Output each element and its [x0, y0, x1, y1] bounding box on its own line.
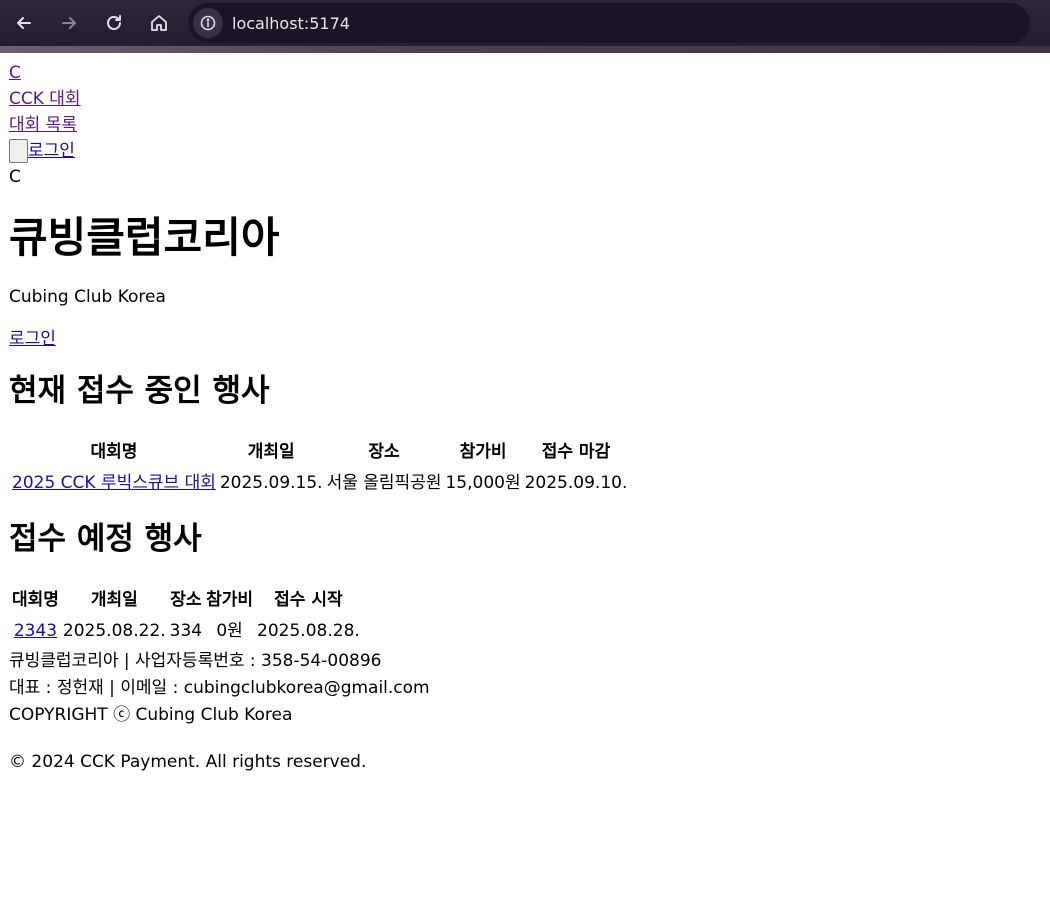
column-header-name: 대회명 — [12, 590, 59, 610]
payment-copyright: © 2024 CCK Payment. All rights reserved. — [9, 752, 367, 772]
header-login-row: 로그인 — [9, 138, 1041, 164]
open-events-heading: 현재 접수 중인 행사 — [9, 373, 270, 409]
page-subtitle: Cubing Club Korea — [9, 287, 166, 307]
table-header-row: 대회명 개최일 장소 참가비 접수 마감 — [11, 438, 628, 467]
footer-business-info: 큐빙클럽코리아 | 사업자등록번호 : 358-54-00896 — [9, 651, 382, 671]
column-header-name: 대회명 — [90, 442, 138, 462]
event-fee-cell: 0원 — [216, 621, 243, 641]
table-row: 2025 CCK 루빅스큐브 대회 2025.09.15. 서울 올림픽공원 1… — [11, 469, 628, 498]
header-login-link[interactable]: 로그인 — [28, 138, 75, 165]
site-footer: 큐빙클럽코리아 | 사업자등록번호 : 358-54-00896 대표 : 정헌… — [9, 648, 1041, 729]
logo-link[interactable]: C — [9, 60, 1041, 86]
event-link[interactable]: 2025 CCK 루빅스큐브 대회 — [12, 473, 216, 493]
column-header-date: 개최일 — [90, 590, 138, 610]
column-header-deadline: 접수 마감 — [541, 442, 611, 462]
reload-icon[interactable] — [103, 12, 125, 34]
column-header-venue: 장소 — [170, 590, 202, 610]
browser-toolbar: localhost:5174 — [0, 0, 1050, 53]
event-venue-cell: 서울 올림픽공원 — [326, 473, 442, 493]
arrow-right-icon[interactable] — [58, 12, 80, 34]
column-header-venue: 장소 — [368, 442, 400, 462]
table-header-row: 대회명 개최일 장소 참가비 접수 시작 — [11, 586, 361, 615]
menu-button[interactable] — [9, 139, 28, 163]
url-text[interactable]: localhost:5174 — [232, 14, 350, 33]
column-header-start: 접수 시작 — [274, 590, 343, 610]
info-icon[interactable] — [193, 8, 223, 38]
event-name-cell: 2343 — [11, 617, 60, 646]
arrow-left-icon[interactable] — [13, 12, 35, 34]
address-bar[interactable]: localhost:5174 — [188, 3, 1030, 43]
table-row: 2343 2025.08.22. 334 0원 2025.08.28. — [11, 617, 361, 646]
upcoming-events-table: 대회명 개최일 장소 참가비 접수 시작 2343 2025.08.22. 33… — [9, 584, 363, 648]
page-content: C CCK 대회 대회 목록 로그인 C 큐빙클럽코리아 Cubing Club… — [0, 46, 1050, 776]
event-start-cell: 2025.08.28. — [257, 621, 360, 641]
event-name-cell: 2025 CCK 루빅스큐브 대회 — [11, 469, 217, 498]
upcoming-events-heading: 접수 예정 행사 — [9, 521, 202, 557]
event-venue-cell: 334 — [169, 621, 203, 641]
event-date-cell: 2025.08.22. — [62, 621, 166, 641]
home-icon[interactable] — [148, 12, 170, 34]
column-header-fee: 참가비 — [459, 442, 507, 462]
hero-login-link[interactable]: 로그인 — [9, 326, 1041, 352]
logo-text: C — [9, 167, 21, 187]
footer-contact-info: 대표 : 정헌재 | 이메일 : cubingclubkorea@gmail.c… — [9, 678, 430, 698]
brand-link[interactable]: CCK 대회 — [9, 86, 1041, 112]
column-header-date: 개최일 — [247, 442, 295, 462]
open-events-table: 대회명 개최일 장소 참가비 접수 마감 2025 CCK 루빅스큐브 대회 2… — [9, 436, 630, 500]
page-title: 큐빙클럽코리아 — [9, 213, 280, 262]
event-date-cell: 2025.09.15. — [219, 473, 323, 493]
event-link[interactable]: 2343 — [14, 621, 57, 641]
event-deadline-cell: 2025.09.10. — [524, 473, 628, 493]
competitions-link[interactable]: 대회 목록 — [9, 112, 1041, 138]
footer-copyright: COPYRIGHT ⓒ Cubing Club Korea — [9, 705, 293, 725]
column-header-fee: 참가비 — [206, 590, 254, 610]
event-fee-cell: 15,000원 — [445, 473, 521, 493]
site-header: C CCK 대회 대회 목록 로그인 C — [9, 60, 1041, 190]
